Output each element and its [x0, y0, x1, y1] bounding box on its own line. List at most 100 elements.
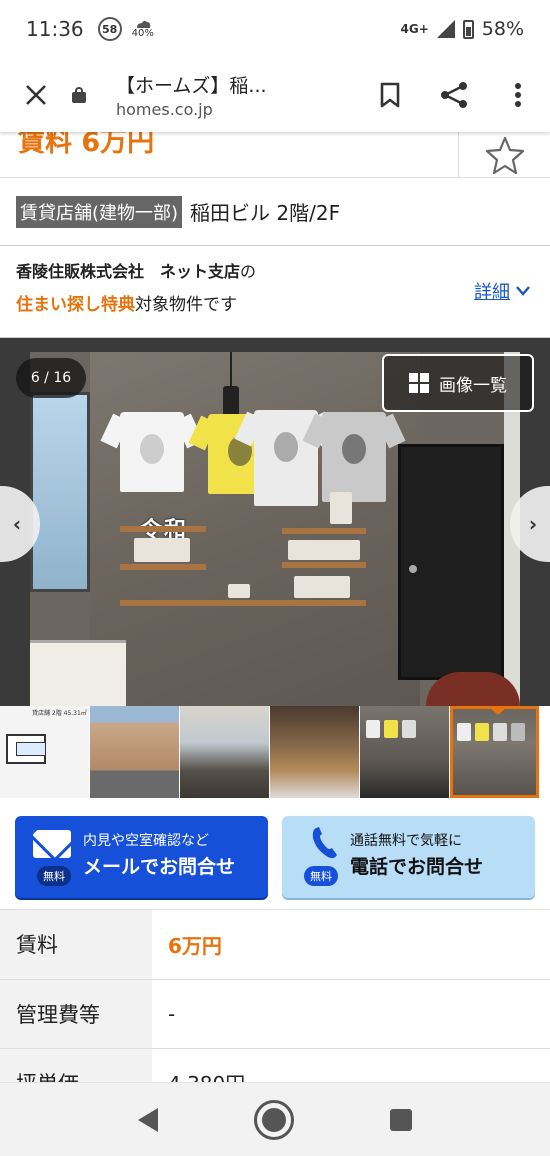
detail-link-label: 詳細	[474, 282, 510, 303]
table-row: 賃料 6万円	[0, 910, 550, 979]
table-value: 4,380円	[152, 1048, 550, 1082]
table-row: 坪単価 4,380円	[0, 1048, 550, 1082]
benefit-rest: 対象物件です	[135, 295, 237, 315]
back-icon[interactable]	[138, 1107, 158, 1132]
system-nav-bar	[0, 1082, 550, 1156]
thumbnail-room-3[interactable]	[360, 706, 449, 798]
photo-window	[30, 392, 90, 592]
battery-icon	[462, 19, 474, 39]
table-label: 賃料	[0, 910, 152, 979]
thumbnail-building[interactable]	[90, 706, 179, 798]
agent-name: 香陵住販株式会社 ネット支店	[16, 262, 241, 281]
table-value: -	[168, 1001, 176, 1026]
phone-inquiry-button[interactable]: 無料 通話無料で気軽に 電話でお問合せ	[282, 816, 535, 898]
page-title-area[interactable]: 【ホームズ】稲... homes.co.jp	[116, 71, 358, 119]
tel-free-badge: 無料	[304, 866, 338, 886]
thumb-shirt	[457, 723, 471, 741]
bookmark-icon	[380, 82, 400, 108]
network-type: 4G+	[400, 22, 429, 36]
property-name: 稲田ビル 2階/2F	[190, 201, 341, 225]
shirt-white	[120, 412, 184, 492]
thumbnail-strip: 貸店舗 2階 45.31㎡	[0, 706, 550, 800]
status-right: 4G+ 58%	[401, 18, 525, 40]
signal-icon	[436, 20, 455, 38]
phone-icon	[312, 827, 337, 859]
floorplan-room	[16, 742, 46, 756]
image-counter: 6 / 16	[16, 358, 86, 398]
page-title: 【ホームズ】稲...	[116, 75, 267, 97]
table-label: 管理費等	[0, 979, 152, 1048]
photo-gallery[interactable]: 令和 6 / 16 画像一覧 ‹ ›	[0, 338, 550, 706]
table-label: 坪単価	[0, 1048, 152, 1082]
status-bar: 11:36 58 40% 4G+ 58%	[0, 0, 550, 58]
thumbnail-room-1[interactable]	[180, 706, 269, 798]
table-row: 管理費等 -	[0, 979, 550, 1048]
photo-door	[398, 444, 504, 680]
thumb-shirt	[366, 720, 380, 738]
home-icon[interactable]	[254, 1099, 294, 1140]
close-icon	[26, 85, 46, 105]
tel-main-label: 電話でお問合せ	[350, 856, 484, 878]
shelf-4	[282, 562, 366, 568]
notification-badge-icon: 58	[97, 17, 122, 41]
mail-sub-label: 内見や空室確認など	[83, 833, 209, 849]
shelf-3	[120, 564, 206, 570]
hoodie-gray	[322, 412, 386, 502]
mail-free-badge: 無料	[37, 866, 71, 886]
mail-inquiry-button[interactable]: 無料 内見や空室確認など メールでお問合せ	[15, 816, 268, 898]
rent-price-top: 賃料 6万円	[18, 132, 155, 158]
chevron-down-icon	[516, 286, 530, 296]
thumbnail-floorplan[interactable]: 貸店舗 2階 45.31㎡	[0, 706, 89, 798]
thumb-shirt	[402, 720, 416, 738]
thumbnail-room-2[interactable]	[270, 706, 359, 798]
close-tab-button[interactable]	[0, 75, 72, 115]
shelf-2	[282, 528, 366, 534]
page-content: 賃料 6万円 賃貸店舗(建物一部) 稲田ビル 2階/2F 香陵住販株式会社 ネッ…	[0, 132, 550, 1082]
photo-counter	[30, 640, 126, 706]
status-time: 11:36	[26, 17, 84, 41]
agent-info: 香陵住販株式会社 ネット支店の 住まい探し特典対象物件です 詳細	[0, 246, 550, 338]
weather-text: 40%	[131, 28, 154, 39]
shelf-item-2	[288, 540, 360, 560]
star-icon	[485, 136, 524, 174]
share-icon	[441, 82, 467, 108]
shelf-item-1	[134, 538, 190, 562]
thumb-shirt	[384, 720, 398, 738]
benefit-highlight: 住まい探し特典	[16, 295, 135, 315]
page-url: homes.co.jp	[116, 100, 213, 119]
agent-line: 香陵住販株式会社 ネット支店の	[16, 258, 534, 282]
thumbnail-room-4-active[interactable]	[450, 706, 539, 798]
thumb-shirt	[493, 723, 507, 741]
rent-header: 賃料 6万円	[0, 132, 550, 178]
more-vert-icon	[515, 83, 521, 107]
chevron-right-icon: ›	[528, 512, 538, 536]
lamp-cord	[230, 352, 232, 388]
image-list-button[interactable]: 画像一覧	[382, 354, 534, 412]
mail-icon	[33, 830, 71, 858]
shelf-item-5	[330, 492, 352, 524]
more-menu-button[interactable]	[486, 82, 550, 108]
benefit-line: 住まい探し特典対象物件です	[16, 290, 534, 315]
tel-sub-label: 通話無料で気軽に	[350, 833, 462, 849]
thumb-shirt	[511, 723, 525, 741]
chevron-left-icon: ‹	[12, 512, 22, 536]
detail-link[interactable]: 詳細	[474, 278, 530, 304]
floorplan-caption: 貸店舗 2階 45.31㎡	[32, 710, 87, 717]
mail-main-label: メールでお問合せ	[83, 856, 236, 878]
weather-icon: 40%	[132, 19, 154, 39]
property-info-table: 賃料 6万円 管理費等 - 坪単価 4,380円	[0, 910, 550, 1082]
shelf-item-4	[294, 576, 350, 598]
recent-apps-icon[interactable]	[390, 1108, 412, 1131]
contact-buttons: 無料 内見や空室確認など メールでお問合せ 無料 通話無料で気軽に 電話でお問合…	[0, 800, 550, 910]
property-type-badge: 賃貸店舗(建物一部)	[16, 195, 183, 228]
favorite-button[interactable]	[458, 132, 550, 178]
bookmark-button[interactable]	[358, 82, 422, 108]
agent-suffix: の	[240, 262, 257, 281]
shelf-1	[120, 526, 206, 532]
share-button[interactable]	[422, 81, 486, 109]
property-type-row: 賃貸店舗(建物一部) 稲田ビル 2階/2F	[0, 178, 550, 246]
battery-percent: 58%	[481, 18, 524, 40]
shelf-item-3	[228, 584, 250, 598]
browser-toolbar: 【ホームズ】稲... homes.co.jp	[0, 58, 550, 132]
lock-icon[interactable]	[72, 87, 86, 103]
